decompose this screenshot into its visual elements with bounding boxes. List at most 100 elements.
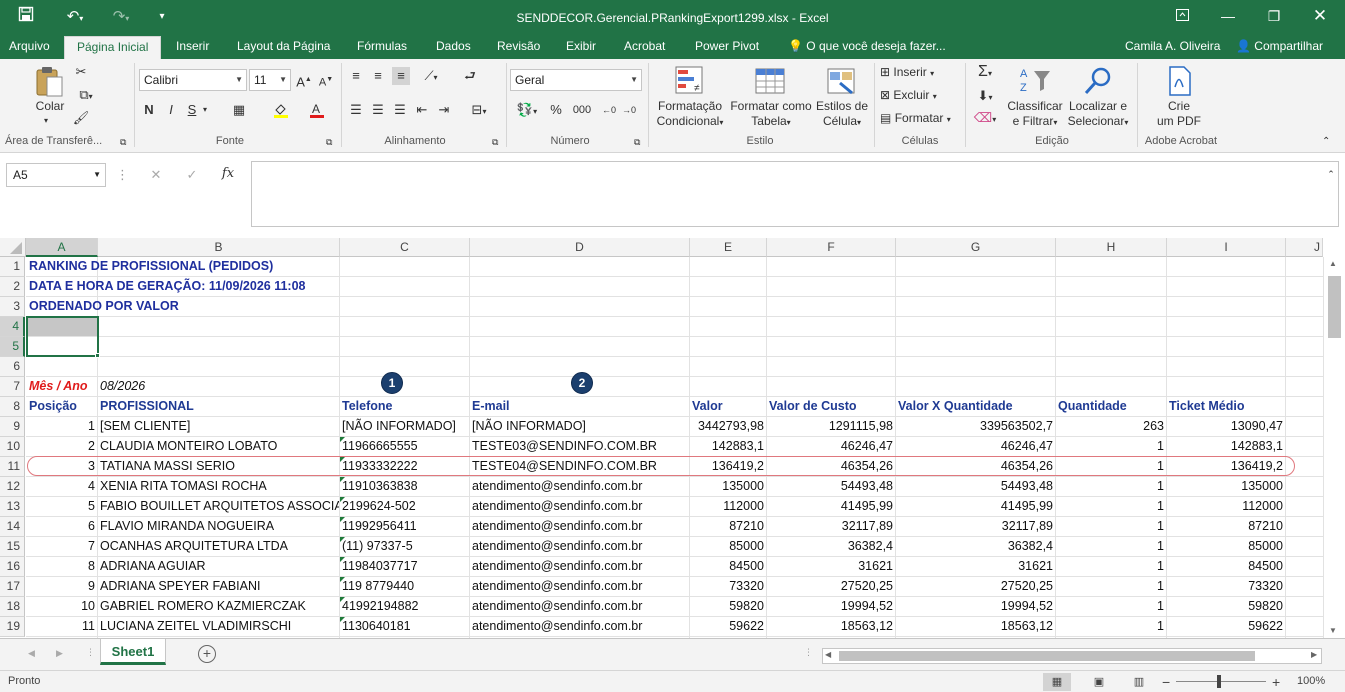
cell-ticket-medio[interactable]: 87210: [1167, 517, 1285, 537]
increase-decimal-icon[interactable]: ←0: [600, 101, 618, 119]
tab-arquivo[interactable]: Arquivo: [9, 36, 50, 59]
cell-telefone[interactable]: [NÃO INFORMADO]: [340, 417, 469, 437]
underline-dropdown-icon[interactable]: ▾: [200, 101, 210, 119]
column-header[interactable]: D: [470, 238, 690, 257]
select-all-corner[interactable]: [0, 238, 26, 257]
row-header[interactable]: 14: [0, 517, 25, 537]
ribbon-display-icon[interactable]: [1159, 0, 1205, 32]
enter-icon[interactable]: ✓: [184, 166, 200, 184]
row-header[interactable]: 16: [0, 557, 25, 577]
row-header[interactable]: 12: [0, 477, 25, 497]
minimize-icon[interactable]: —: [1205, 0, 1251, 32]
merge-center-icon[interactable]: ⊟▾: [466, 101, 492, 121]
bold-button[interactable]: N: [142, 101, 156, 119]
wrap-text-icon[interactable]: ⮐: [462, 67, 478, 85]
name-box[interactable]: A5 ▼: [6, 163, 106, 187]
cell-valor-x-quantidade[interactable]: 31621: [896, 557, 1055, 577]
cell-email[interactable]: [NÃO INFORMADO]: [470, 417, 689, 437]
cell-posicao[interactable]: 8: [27, 557, 97, 577]
row-header[interactable]: 1: [0, 257, 25, 277]
cell-valor-x-quantidade[interactable]: 36382,4: [896, 537, 1055, 557]
cell-quantidade[interactable]: 1: [1056, 497, 1166, 517]
font-size-select[interactable]: 11 ▼: [249, 69, 291, 91]
sheet-tab-sheet1[interactable]: Sheet1: [100, 639, 166, 665]
row-header[interactable]: 19: [0, 617, 25, 637]
hscroll-thumb[interactable]: [839, 651, 1255, 661]
alignment-launcher-icon[interactable]: ⧉: [492, 133, 498, 151]
cell-valor-x-quantidade[interactable]: 32117,89: [896, 517, 1055, 537]
cell-posicao[interactable]: 5: [27, 497, 97, 517]
cell-valor-x-quantidade[interactable]: 46246,47: [896, 437, 1055, 457]
zoom-level[interactable]: 100%: [1297, 675, 1325, 687]
increase-font-icon[interactable]: A▲: [296, 71, 312, 91]
tab-exibir[interactable]: Exibir: [566, 36, 596, 59]
decrease-decimal-icon[interactable]: →0: [620, 101, 638, 119]
cell-valor[interactable]: 73320: [690, 577, 766, 597]
cell-ticket-medio[interactable]: 85000: [1167, 537, 1285, 557]
row-header[interactable]: 11: [0, 457, 25, 477]
align-center-icon[interactable]: ☰: [370, 101, 386, 119]
tab-formulas[interactable]: Fórmulas: [357, 36, 407, 59]
cell-valor-custo[interactable]: 41495,99: [767, 497, 895, 517]
cell-valor-x-quantidade[interactable]: 27520,25: [896, 577, 1055, 597]
cell-posicao[interactable]: 9: [27, 577, 97, 597]
cell-quantidade[interactable]: 1: [1056, 437, 1166, 457]
find-select-button[interactable]: Localizar e Selecionar▾: [1062, 99, 1134, 130]
cell-ticket-medio[interactable]: 112000: [1167, 497, 1285, 517]
create-pdf-button[interactable]: Crie um PDF: [1150, 99, 1208, 129]
cell-valor-x-quantidade[interactable]: 18563,12: [896, 617, 1055, 637]
cell-valor[interactable]: 59820: [690, 597, 766, 617]
error-indicator-icon[interactable]: [340, 537, 345, 542]
font-launcher-icon[interactable]: ⧉: [326, 133, 332, 151]
cell-posicao[interactable]: 7: [27, 537, 97, 557]
cell-profissional[interactable]: GABRIEL ROMERO KAZMIERCZAK: [98, 597, 339, 617]
column-header[interactable]: I: [1167, 238, 1286, 257]
column-header[interactable]: E: [690, 238, 767, 257]
formula-input[interactable]: [251, 161, 1339, 227]
cell-email[interactable]: atendimento@sendinfo.com.br: [470, 517, 689, 537]
cell-profissional[interactable]: [SEM CLIENTE]: [98, 417, 339, 437]
cell-email[interactable]: atendimento@sendinfo.com.br: [470, 497, 689, 517]
cut-icon[interactable]: ✂: [72, 63, 90, 81]
cell-quantidade[interactable]: 1: [1056, 557, 1166, 577]
conditional-formatting-icon[interactable]: ≠: [674, 65, 708, 97]
cell-valor[interactable]: 59622: [690, 617, 766, 637]
column-header[interactable]: J: [1286, 238, 1323, 257]
column-header[interactable]: G: [896, 238, 1056, 257]
align-left-icon[interactable]: ☰: [348, 101, 364, 119]
cell-quantidade[interactable]: 1: [1056, 537, 1166, 557]
cell-posicao[interactable]: 6: [27, 517, 97, 537]
cell-quantidade[interactable]: 1: [1056, 597, 1166, 617]
next-sheet-icon[interactable]: ▶: [56, 648, 63, 659]
cell-email[interactable]: atendimento@sendinfo.com.br: [470, 577, 689, 597]
cell-valor-x-quantidade[interactable]: 19994,52: [896, 597, 1055, 617]
cell-posicao[interactable]: 4: [27, 477, 97, 497]
tab-acrobat[interactable]: Acrobat: [624, 36, 665, 59]
autosum-icon[interactable]: Σ▾: [972, 63, 998, 83]
number-format-select[interactable]: Geral ▼: [510, 69, 642, 91]
row-header[interactable]: 3: [0, 297, 25, 317]
cell-valor[interactable]: 135000: [690, 477, 766, 497]
clear-icon[interactable]: ⌫▾: [972, 109, 998, 129]
cell-valor-custo[interactable]: 18563,12: [767, 617, 895, 637]
align-bottom-icon[interactable]: ≡: [392, 67, 410, 85]
cell-email[interactable]: atendimento@sendinfo.com.br: [470, 557, 689, 577]
cell-valor-x-quantidade[interactable]: 41495,99: [896, 497, 1055, 517]
row-header[interactable]: 6: [0, 357, 25, 377]
cell-valor[interactable]: 84500: [690, 557, 766, 577]
cell-ticket-medio[interactable]: 59820: [1167, 597, 1285, 617]
cell-quantidade[interactable]: 1: [1056, 517, 1166, 537]
error-indicator-icon[interactable]: [340, 477, 345, 482]
sort-filter-icon[interactable]: AZ: [1018, 65, 1052, 97]
fill-handle[interactable]: [95, 353, 100, 358]
copy-icon[interactable]: ⧉▾: [72, 86, 100, 106]
cell-telefone[interactable]: 1130640181: [340, 617, 469, 637]
page-break-view-icon[interactable]: ▥: [1128, 673, 1150, 691]
cell-valor-custo[interactable]: 1291115,98: [767, 417, 895, 437]
paste-button[interactable]: Colar: [30, 99, 70, 114]
row-header[interactable]: 15: [0, 537, 25, 557]
decrease-font-icon[interactable]: A▼: [318, 71, 334, 92]
share-button[interactable]: 👤 Compartilhar: [1236, 36, 1323, 59]
cell-telefone[interactable]: 11910363838: [340, 477, 469, 497]
error-indicator-icon[interactable]: [340, 557, 345, 562]
